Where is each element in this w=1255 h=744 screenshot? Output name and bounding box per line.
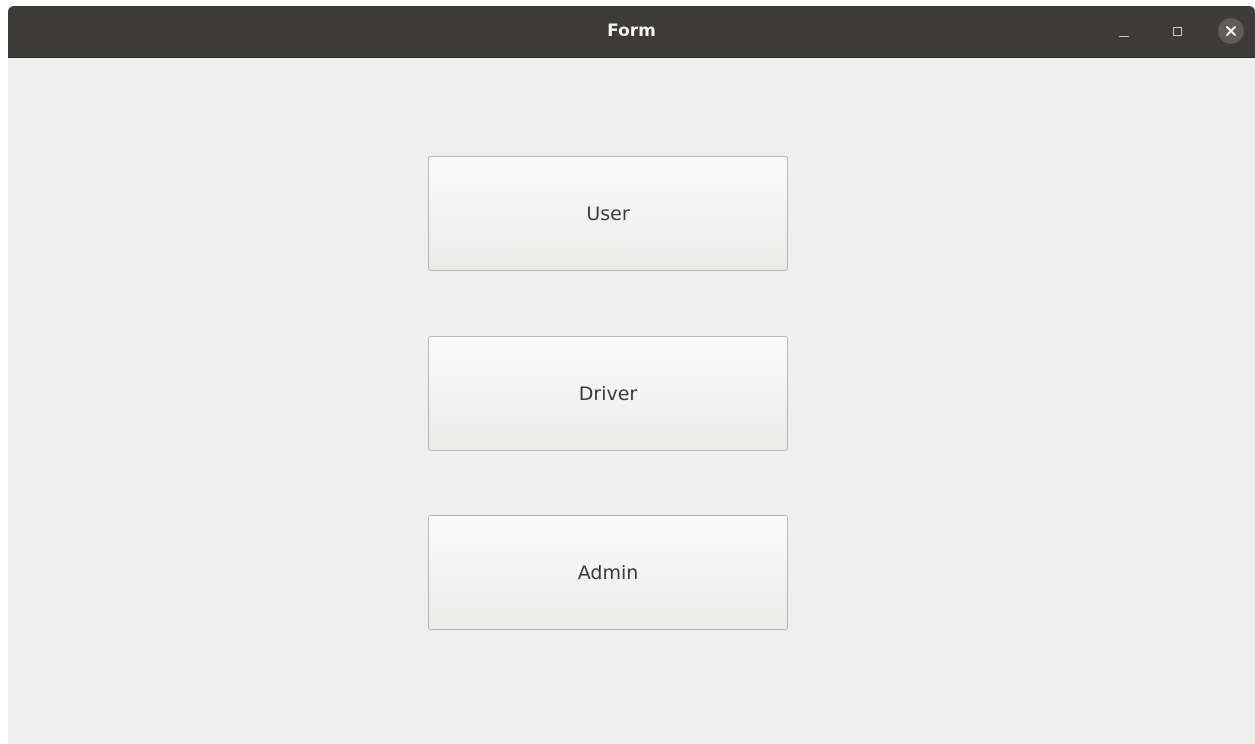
app-window: Form User Driver Admin bbox=[8, 6, 1255, 744]
maximize-button[interactable] bbox=[1162, 16, 1192, 46]
admin-button[interactable]: Admin bbox=[428, 515, 788, 630]
driver-button[interactable]: Driver bbox=[428, 336, 788, 451]
minimize-icon bbox=[1119, 35, 1129, 37]
close-icon bbox=[1218, 18, 1244, 44]
user-button[interactable]: User bbox=[428, 156, 788, 271]
form-content: User Driver Admin bbox=[8, 58, 1255, 744]
title-bar[interactable]: Form bbox=[8, 6, 1255, 58]
maximize-icon bbox=[1172, 26, 1182, 36]
window-title: Form bbox=[607, 21, 656, 41]
minimize-button[interactable] bbox=[1109, 16, 1139, 46]
close-button[interactable] bbox=[1216, 16, 1246, 46]
